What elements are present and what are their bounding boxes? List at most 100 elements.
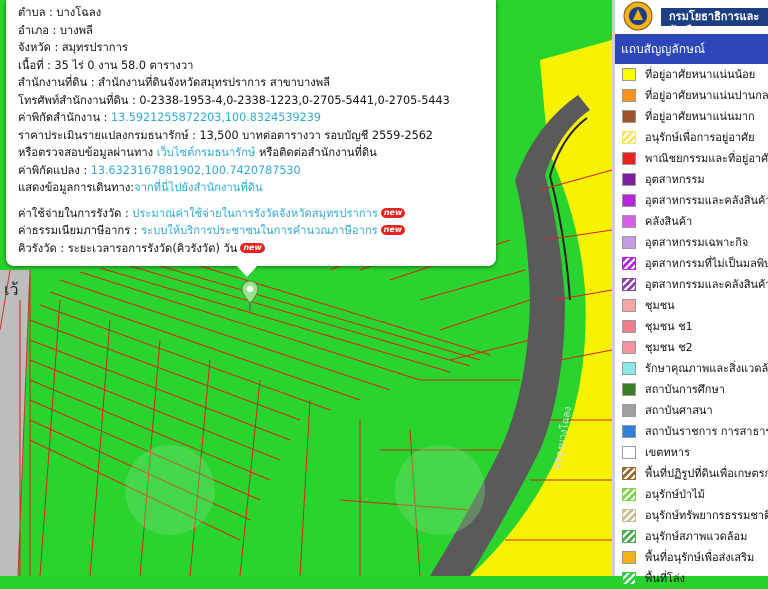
tax-label: ค่าธรรมเนียมภาษีอากร :	[18, 224, 138, 237]
parcel-coord-link[interactable]: 13.6323167881902,100.7420787530	[91, 164, 301, 177]
legend-label: อุตสาหกรรม	[645, 173, 705, 186]
price-label: ราคาประเมินรายแปลงกรมธนารักษ์ :	[18, 128, 196, 142]
fee-label: ค่าใช้จ่ายในการรังวัด :	[18, 206, 129, 220]
department-name: กรมโยธาธิการและผังเมือง	[661, 8, 768, 26]
legend-item: พาณิชยกรรมและที่อยู่อาศัย	[613, 148, 768, 169]
info-label: ตำบล :	[18, 6, 53, 19]
legend-label: อนุรักษ์ป่าไม้	[645, 488, 705, 501]
legend-swatch	[622, 131, 636, 144]
legend-label: อุตสาหกรรมเฉพาะกิจ	[645, 236, 749, 249]
legend-item: ชุมชน ช1	[613, 316, 768, 337]
legend-item: ที่อยู่อาศัยหนาแน่นมาก	[613, 106, 768, 127]
legend-swatch	[622, 425, 636, 438]
verify-row: หรือตรวจสอบข้อมูลผ่านทาง เว็บไซต์กรมธนาร…	[18, 144, 496, 162]
legend-item: อุตสาหกรรมที่ไม่เป็นมลพิษ	[613, 253, 768, 274]
location-pin-icon[interactable]	[241, 280, 259, 312]
legend-swatch	[622, 551, 636, 564]
watermark	[125, 445, 215, 535]
legend-swatch	[622, 110, 636, 123]
legend-item: อุตสาหกรรม	[613, 169, 768, 190]
new-badge: new	[380, 225, 406, 235]
route-link[interactable]: จากที่นี่ไปยังสำนักงานที่ดิน	[134, 181, 263, 194]
popup-pointer	[236, 265, 258, 277]
legend-item: พื้นที่ปฏิรูปที่ดินเพื่อเกษตรกรรม	[613, 463, 768, 484]
legend-label: คลังสินค้า	[645, 215, 693, 228]
legend-item: เขตทหาร	[613, 442, 768, 463]
legend-item: อนุรักษ์เพื่อการอยู่อาศัย	[613, 127, 768, 148]
legend-label: สถาบันราชการ การสาธารณูปโภค	[645, 425, 768, 438]
legend-item: ที่อยู่อาศัยหนาแน่นปานกลาง	[613, 85, 768, 106]
legend-item: ชุมชน ช2	[613, 337, 768, 358]
verify-suffix: หรือติดต่อสำนักงานที่ดิน	[258, 146, 377, 159]
info-value: สมุทรปราการ	[61, 41, 128, 54]
parcel-info-popup: ตำบล : บางโฉลง อำเภอ : บางพลี จังหวัด : สม…	[6, 0, 496, 266]
legend-label: อนุรักษ์ทรัพยากรธรรมชาติ	[645, 509, 768, 522]
info-value: 0-2338-1953-4,0-2338-1223,0-2705-5441,0-…	[139, 93, 450, 107]
info-value: 35 ไร่ 0 งาน 58.0 ตารางวา	[54, 58, 194, 72]
legend-swatch	[622, 383, 636, 396]
tax-service-link[interactable]: ระบบให้บริการประชาชนในการคำนวณภาษีอากร	[141, 224, 378, 237]
legend-swatch	[622, 215, 636, 228]
legend-label: ชุมชน ช2	[645, 341, 693, 354]
legend-label: ที่อยู่อาศัยหนาแน่นปานกลาง	[645, 89, 768, 102]
info-label: เนื้อที่ :	[18, 58, 51, 72]
legend-label: พื้นที่อนุรักษ์เพื่อส่งเสริม	[645, 551, 755, 564]
office-coord-link[interactable]: 13.5921255872203,100.8324539239	[111, 111, 321, 124]
legend-swatch	[622, 194, 636, 207]
info-row: อำเภอ : บางพลี	[18, 22, 496, 40]
legend-label: ชุมชน ช1	[645, 320, 693, 333]
legend-item: พื้นที่โล่ง	[613, 568, 768, 589]
legend-list: ที่อยู่อาศัยหนาแน่นน้อยที่อยู่อาศัยหนาแน…	[613, 64, 768, 589]
queue-label: คิวรังวัด :	[18, 241, 65, 255]
legend-label: สถาบันศาสนา	[645, 404, 713, 417]
legend-swatch	[622, 509, 636, 522]
legend-swatch	[622, 173, 636, 186]
legend-swatch	[622, 236, 636, 249]
route-row: แสดงข้อมูลการเดินทาง:จากที่นี่ไปยังสำนัก…	[18, 179, 496, 197]
price-value: 13,500 บาทต่อตารางวา รอบบัญชี 2559-2562	[199, 128, 433, 142]
info-label: สำนักงานที่ดิน :	[18, 76, 95, 89]
fee-estimate-link[interactable]: ประมาณค่าใช้จ่ายในการรังวัดจังหวัดสมุทรป…	[132, 207, 378, 220]
legend-label: พาณิชยกรรมและที่อยู่อาศัย	[645, 152, 768, 165]
info-label: จังหวัด :	[18, 41, 59, 54]
legend-swatch	[622, 404, 636, 417]
new-badge: new	[240, 242, 265, 253]
legend-swatch	[622, 68, 636, 81]
legend-label: ที่อยู่อาศัยหนาแน่นมาก	[645, 110, 755, 123]
legend-label: ที่อยู่อาศัยหนาแน่นน้อย	[645, 68, 756, 81]
office-coord-label: ค่าพิกัดสำนักงาน :	[18, 111, 108, 124]
legend-label: พื้นที่ปฏิรูปที่ดินเพื่อเกษตรกรรม	[645, 467, 768, 480]
legend-label: อนุรักษ์เพื่อการอยู่อาศัย	[645, 131, 755, 144]
legend-swatch	[622, 257, 636, 270]
info-value: สำนักงานที่ดินจังหวัดสมุทรปราการ สาขาบาง…	[98, 76, 330, 89]
verify-prefix: หรือตรวจสอบข้อมูลผ่านทาง	[18, 146, 154, 159]
price-row: ราคาประเมินรายแปลงกรมธนารักษ์ : 13,500 บ…	[18, 127, 496, 145]
info-row: ตำบล : บางโฉลง	[18, 4, 496, 22]
legend-item: สถาบันราชการ การสาธารณูปโภค	[613, 421, 768, 442]
legend-swatch	[622, 530, 636, 543]
legend-scrollbar[interactable]	[612, 0, 615, 576]
legend-swatch	[622, 320, 636, 333]
legend-header: กรมโยธาธิการและผังเมือง	[613, 0, 768, 34]
watermark	[395, 445, 485, 535]
info-row: สำนักงานที่ดิน : สำนักงานที่ดินจังหวัดสม…	[18, 74, 496, 92]
info-row: โทรศัพท์สำนักงานที่ดิน : 0-2338-1953-4,0…	[18, 92, 496, 110]
info-label: อำเภอ :	[18, 23, 57, 37]
legend-label: เขตทหาร	[645, 446, 691, 459]
legend-item: อุตสาหกรรมและคลังสินค้า	[613, 274, 768, 295]
legend-panel: กรมโยธาธิการและผังเมือง แถบสัญญลักษณ์ ที…	[612, 0, 768, 585]
legend-swatch	[622, 152, 636, 165]
legend-swatch	[622, 341, 636, 354]
legend-item: รักษาคุณภาพและสิ่งแวดล้อม	[613, 358, 768, 379]
office-coordinate-row: ค่าพิกัดสำนักงาน : 13.5921255872203,100.…	[18, 109, 496, 127]
legend-swatch	[622, 446, 636, 459]
legend-item: อนุรักษ์ทรัพยากรธรรมชาติ	[613, 505, 768, 526]
legend-item: อุตสาหกรรมเฉพาะกิจ	[613, 232, 768, 253]
legend-swatch	[622, 89, 636, 102]
treasury-website-link[interactable]: เว็บไซต์กรมธนารักษ์	[157, 146, 256, 159]
road-label: เว้	[4, 280, 18, 299]
queue-row: คิวรังวัด : ระยะเวลารอการรังวัด(คิวรังวั…	[18, 240, 496, 258]
legend-item: ที่อยู่อาศัยหนาแน่นน้อย	[613, 64, 768, 85]
tax-row: ค่าธรรมเนียมภาษีอากร : ระบบให้บริการประช…	[18, 222, 496, 240]
info-row: เนื้อที่ : 35 ไร่ 0 งาน 58.0 ตารางวา	[18, 57, 496, 75]
